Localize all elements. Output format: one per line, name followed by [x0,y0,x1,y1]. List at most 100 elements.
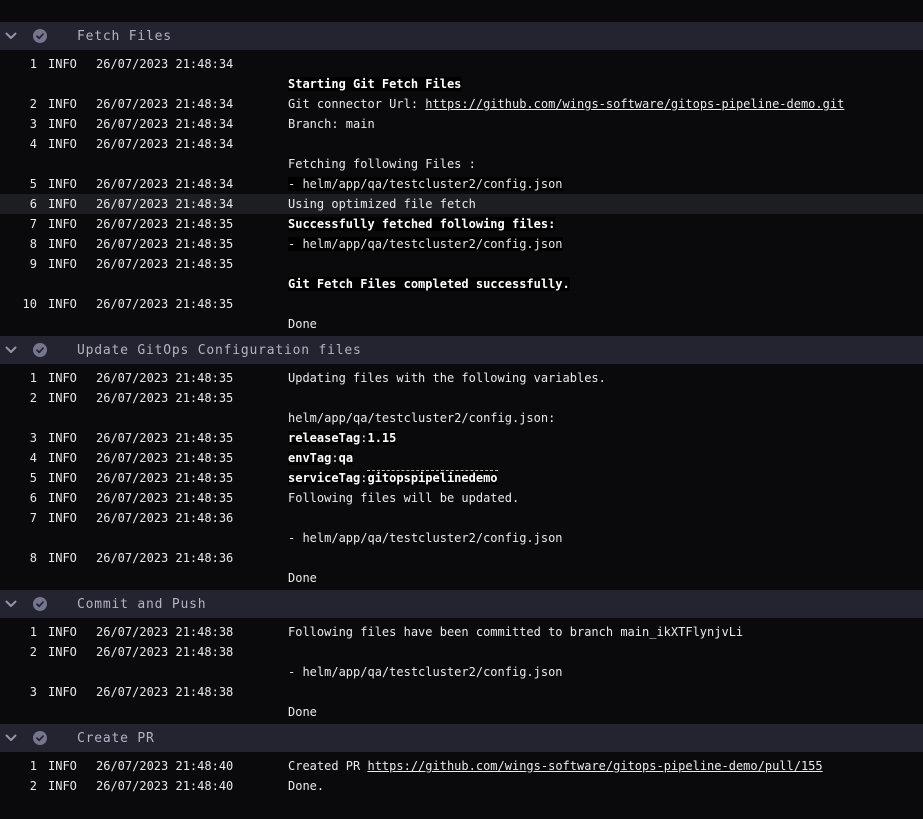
log-level [48,74,78,94]
log-level [48,154,78,174]
log-level: INFO [48,254,78,274]
log-row: 3INFO26/07/2023 21:48:34Branch: main [0,114,923,134]
log-body: 1INFO26/07/2023 21:48:38Following files … [0,618,923,724]
log-level: INFO [48,194,78,214]
log-row: 7INFO26/07/2023 21:48:35Successfully fet… [0,214,923,234]
line-number: 7 [0,214,37,234]
log-text-segment: Git connector Url: [288,97,425,111]
line-number: 8 [0,548,37,568]
log-timestamp: 26/07/2023 21:48:40 [96,756,236,776]
log-row: Done [0,314,923,334]
log-row: Done [0,702,923,722]
log-row: 4INFO26/07/2023 21:48:34 [0,134,923,154]
chevron-down-icon[interactable] [5,600,17,608]
log-timestamp: 26/07/2023 21:48:35 [96,468,236,488]
log-timestamp: 26/07/2023 21:48:35 [96,234,236,254]
log-message: Successfully fetched following files: [288,214,555,234]
log-text-segment: Done. [288,779,324,793]
log-timestamp [96,528,236,548]
log-timestamp: 26/07/2023 21:48:35 [96,368,236,388]
log-message: - helm/app/qa/testcluster2/config.json [288,528,563,548]
log-row: Git Fetch Files completed successfully. [0,274,923,294]
log-row: 1INFO26/07/2023 21:48:34 [0,54,923,74]
log-link[interactable]: https://github.com/wings-software/gitops… [425,97,844,111]
log-timestamp [96,274,236,294]
line-number: 3 [0,428,37,448]
log-message: Done [288,702,317,722]
log-message: - helm/app/qa/testcluster2/config.json [288,662,563,682]
line-number: 3 [0,114,37,134]
log-text-segment: Using optimized file fetch [288,197,476,211]
console-log-viewer: Fetch Files 1INFO26/07/2023 21:48:34 Start… [0,0,923,819]
line-number: 9 [0,254,37,274]
log-timestamp [96,154,236,174]
line-number [0,314,37,334]
log-timestamp [96,74,236,94]
log-row: 2INFO26/07/2023 21:48:40Done. [0,776,923,796]
log-level: INFO [48,508,78,528]
section-title: Create PR [77,731,155,746]
log-row: 3INFO26/07/2023 21:48:35releaseTag:1.15 [0,428,923,448]
log-timestamp [96,314,236,334]
log-text-segment: Branch: main [288,117,375,131]
log-level: INFO [48,642,78,662]
log-message: Using optimized file fetch [288,194,476,214]
log-row: Starting Git Fetch Files [0,74,923,94]
chevron-down-icon[interactable] [5,346,17,354]
log-timestamp: 26/07/2023 21:48:35 [96,254,236,274]
log-level [48,702,78,722]
line-number: 10 [0,294,37,314]
line-number [0,662,37,682]
log-row: 2INFO26/07/2023 21:48:38 [0,642,923,662]
log-message: Branch: main [288,114,375,134]
log-message: Done. [288,776,324,796]
section-title: Commit and Push [77,597,206,612]
log-row: - helm/app/qa/testcluster2/config.json [0,662,923,682]
log-row: Fetching following Files : [0,154,923,174]
log-message: Done [288,314,317,334]
log-text-segment: releaseTag [288,431,360,445]
log-text-segment: Updating files with the following variab… [288,371,606,385]
chevron-down-icon[interactable] [5,32,17,40]
log-level: INFO [48,294,78,314]
log-timestamp: 26/07/2023 21:48:35 [96,488,236,508]
line-number: 2 [0,94,37,114]
log-timestamp: 26/07/2023 21:48:35 [96,428,236,448]
log-body: 1INFO26/07/2023 21:48:35Updating files w… [0,364,923,590]
section-header[interactable]: Fetch Files [0,22,923,50]
log-text-segment: envTag [288,451,331,465]
log-message: Following files have been committed to b… [288,622,743,642]
log-body: 1INFO26/07/2023 21:48:40Created PR https… [0,752,923,798]
log-timestamp: 26/07/2023 21:48:35 [96,214,236,234]
line-number: 3 [0,682,37,702]
log-text-segment: Starting Git Fetch Files [288,77,461,91]
log-section: Commit and Push 1INFO26/07/2023 21:48:38F… [0,590,923,724]
log-level [48,314,78,334]
log-level: INFO [48,682,78,702]
log-message: Created PR https://github.com/wings-soft… [288,756,823,776]
log-row: 8INFO26/07/2023 21:48:35- helm/app/qa/te… [0,234,923,254]
log-section: Update GitOps Configuration files1INFO26… [0,336,923,590]
section-header[interactable]: Update GitOps Configuration files [0,336,923,364]
log-row: helm/app/qa/testcluster2/config.json: [0,408,923,428]
log-level: INFO [48,622,78,642]
log-timestamp: 26/07/2023 21:48:34 [96,54,236,74]
log-level: INFO [48,776,78,796]
log-body: 1INFO26/07/2023 21:48:34 Starting Git Fet… [0,50,923,336]
log-message: Done [288,568,317,588]
log-message: Following files will be updated. [288,488,519,508]
log-link[interactable]: https://github.com/wings-software/gitops… [367,759,822,773]
section-header[interactable]: Commit and Push [0,590,923,618]
log-message: serviceTag:gitopspipelinedemo [288,468,498,488]
log-level: INFO [48,548,78,568]
section-title: Update GitOps Configuration files [77,343,362,358]
log-message: - helm/app/qa/testcluster2/config.json [288,234,563,254]
log-row: 5INFO26/07/2023 21:48:34- helm/app/qa/te… [0,174,923,194]
section-header[interactable]: Create PR [0,724,923,752]
chevron-down-icon[interactable] [5,734,17,742]
log-section: Fetch Files 1INFO26/07/2023 21:48:34 Start… [0,22,923,336]
log-text-segment: Done [288,705,317,719]
log-row: 6INFO26/07/2023 21:48:35Following files … [0,488,923,508]
log-level: INFO [48,234,78,254]
line-number: 2 [0,776,37,796]
